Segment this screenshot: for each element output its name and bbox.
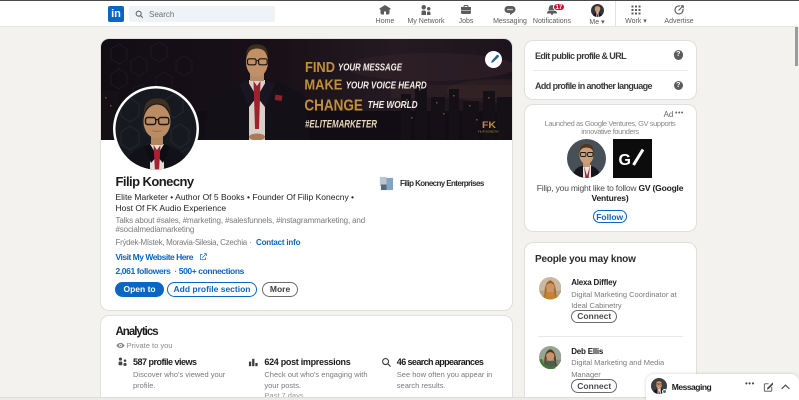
svg-text:THE WORLD: THE WORLD [368,100,418,111]
svg-text:YOUR MESSAGE: YOUR MESSAGE [338,63,402,74]
svg-text:FILIP KONECNY: FILIP KONECNY [478,130,499,134]
svg-text:FIND: FIND [305,59,335,76]
svg-text:MAKE: MAKE [304,76,342,93]
svg-text:#ELITEMARKETER: #ELITEMARKETER [305,119,377,131]
svg-text:G: G [619,152,631,169]
svg-text:CHANGE: CHANGE [304,97,363,114]
svg-text:YOUR VOICE HEARD: YOUR VOICE HEARD [346,81,427,92]
svg-text:FK: FK [482,120,497,130]
